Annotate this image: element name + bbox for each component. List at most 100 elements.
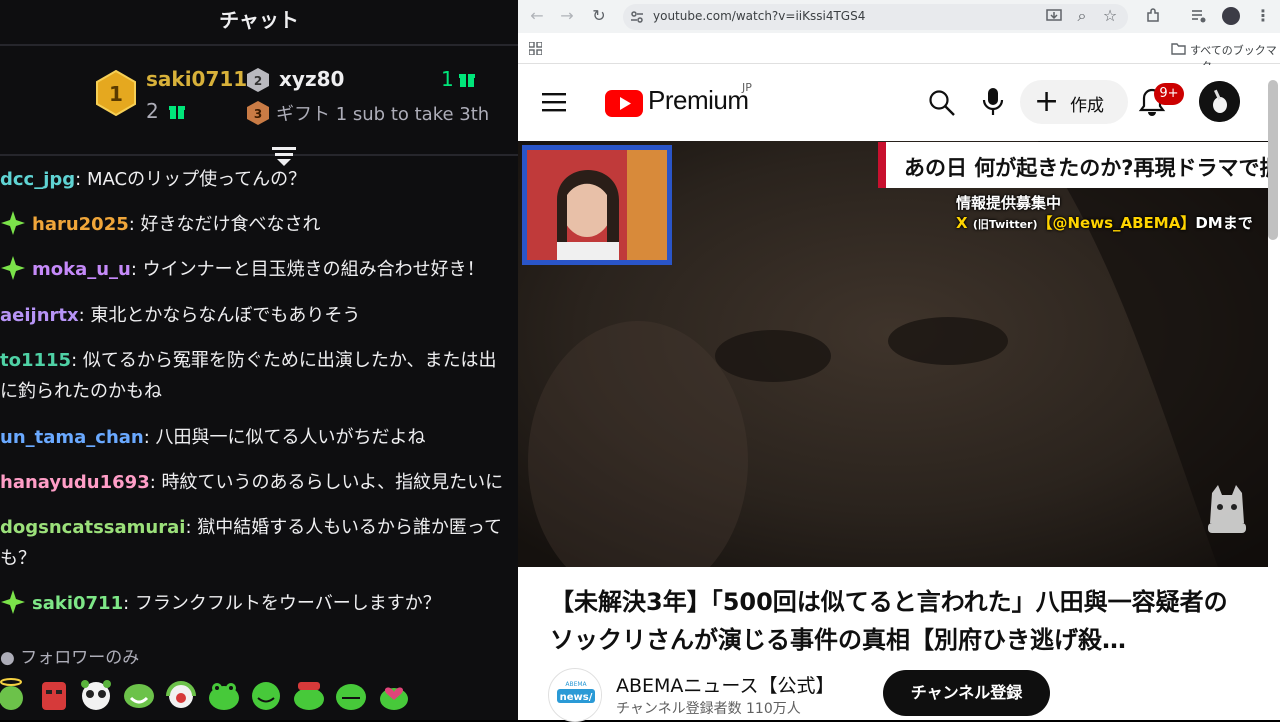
chat-message-text: 似てるから冤罪を防ぐために出演したか、または出 (82, 350, 497, 371)
halo-emote-icon[interactable] (0, 676, 28, 712)
chat-username[interactable]: to1115 (0, 350, 71, 371)
menu-icon[interactable]: ⋮ (1254, 7, 1272, 25)
channel-name[interactable]: ABEMAニュース【公式】 (616, 671, 834, 698)
media-control-icon[interactable] (1191, 9, 1207, 23)
chat-username[interactable]: dogsncatssamurai (0, 517, 185, 538)
folder-icon (1171, 43, 1186, 55)
chat-divider (0, 154, 518, 156)
youtube-logo-icon[interactable] (605, 90, 643, 117)
create-label: 作成 (1070, 96, 1104, 116)
chat-separator: : (123, 593, 135, 614)
chat-separator: : (185, 517, 198, 538)
svg-text:news/: news/ (560, 692, 593, 703)
frog-grin-emote-icon[interactable] (334, 676, 368, 712)
chat-message-text: も？ (0, 548, 36, 569)
chat-username[interactable]: un_tama_chan (0, 427, 144, 448)
angry-emote-icon[interactable] (37, 676, 71, 712)
account-avatar[interactable] (1199, 81, 1240, 122)
leaderboard-2-user[interactable]: xyz80 (279, 67, 344, 91)
chat-message-text: フランクフルトをウーバーしますか？ (134, 593, 441, 614)
chat-username[interactable]: dcc_jpg (0, 169, 75, 190)
search-icon[interactable] (928, 89, 956, 117)
chat-message-text: MACのリップ使ってんの？ (86, 169, 307, 190)
chat-message: un_tama_chan: 八田與一に似てる人いがちだよね (0, 422, 518, 453)
install-app-icon[interactable] (1046, 9, 1062, 23)
chat-message-text: 八田與一に似てる人いがちだよね (155, 427, 426, 448)
subscribe-button[interactable]: チャンネル登録 (883, 670, 1050, 716)
page-scrollbar[interactable] (1268, 80, 1278, 240)
youtube-premium-brand[interactable]: Premium (648, 85, 749, 116)
extensions-icon[interactable] (1145, 8, 1161, 24)
notification-count-badge[interactable]: 9+ (1154, 83, 1184, 105)
leaderboard-1-user[interactable]: saki0711 (146, 67, 247, 91)
svg-text:1: 1 (109, 82, 123, 106)
panda-emote-icon[interactable] (79, 676, 113, 712)
chat-separator: : (130, 259, 143, 280)
browser-window: ← → ↻ youtube.com/watch?v=iiKssi4TGS4 ⌕ … (518, 0, 1280, 722)
chat-separator: : (78, 305, 91, 326)
chat-separator: : (149, 472, 162, 493)
zoom-icon[interactable]: ⌕ (1073, 7, 1091, 25)
svg-text:3: 3 (254, 107, 262, 121)
chat-message-text: 東北とかならなんぼでもありそう (90, 305, 361, 326)
smile-emote-icon[interactable] (122, 676, 156, 712)
chat-message: to1115: 似てるから冤罪を防ぐために出演したか、または出 (0, 345, 518, 376)
info-request-caption: 情報提供募集中 (956, 194, 1062, 212)
apps-grid-icon[interactable] (529, 42, 542, 55)
channel-logo[interactable]: news/ ABEMA (548, 668, 602, 722)
hamburger-menu-icon[interactable] (542, 92, 566, 112)
url-text[interactable]: youtube.com/watch?v=iiKssi4TGS4 (653, 9, 865, 23)
chat-username[interactable]: moka_u_u (32, 259, 131, 280)
chat-message: aeijnrtx: 東北とかならなんぼでもありそう (0, 300, 518, 331)
video-player[interactable]: あの日 何が起きたのか?再現ドラマで振り返る 情報提供募集中 X (旧Twitt… (518, 141, 1268, 567)
video-headline-caption: あの日 何が起きたのか?再現ドラマで振り返る (878, 142, 1268, 188)
region-code: JP (742, 81, 752, 94)
chat-header-divider (0, 44, 518, 46)
rank-1-badge-icon: 1 (96, 70, 136, 116)
bookmark-star-icon[interactable]: ☆ (1101, 7, 1119, 25)
site-info-icon[interactable] (630, 10, 644, 24)
chat-message: moka_u_u: ウインナーと目玉焼きの組み合わせ好き！ (0, 254, 518, 285)
chat-username[interactable]: haru2025 (32, 214, 129, 235)
frog-emote-icon[interactable] (207, 676, 241, 712)
frog-heart-emote-icon[interactable] (377, 676, 411, 712)
leaderboard-1-gifts: 2 (146, 99, 159, 123)
back-icon[interactable]: ← (528, 7, 546, 25)
reload-icon[interactable]: ↻ (590, 7, 608, 25)
chat-message: に釣られたのかもね (0, 376, 518, 407)
chat-panel: チャット 1 saki0711 2 2 xyz80 1 3 ギフト 1 sub … (0, 0, 518, 720)
emote-bar (0, 676, 518, 716)
forward-icon[interactable]: → (558, 7, 576, 25)
gift-icon (169, 106, 185, 119)
channel-subscriber-count: チャンネル登録者数 110万人 (616, 701, 801, 717)
chat-username[interactable]: hanayudu1693 (0, 472, 150, 493)
sparkle-badge-icon (1, 211, 25, 235)
chat-message-text: 時紋ていうのあるらしいよ、指紋見たいに (161, 472, 504, 493)
profile-avatar[interactable] (1222, 7, 1240, 25)
leaderboard-3-prompt[interactable]: ギフト 1 sub to take 3th (276, 100, 489, 126)
sparkle-badge-icon (1, 256, 25, 280)
headphone-emote-icon[interactable] (164, 676, 198, 712)
microphone-icon[interactable] (982, 87, 1004, 117)
chat-separator: : (71, 350, 83, 371)
chat-username[interactable]: aeijnrtx (0, 305, 79, 326)
chat-message-text: 獄中結婚する人もいるから誰か匿って (197, 517, 502, 538)
chat-message: dcc_jpg: MACのリップ使ってんの？ (0, 164, 518, 195)
svg-text:2: 2 (254, 74, 262, 88)
chat-separator: : (128, 214, 141, 235)
leaderboard-2-gifts: 1 (441, 67, 454, 91)
chat-message: dogsncatssamurai: 獄中結婚する人もいるから誰か匿って (0, 512, 518, 543)
presenter-inset (522, 145, 672, 265)
chat-message-text: 好きなだけ食べなされ (140, 214, 321, 235)
svg-text:ABEMA: ABEMA (565, 681, 587, 688)
create-button[interactable]: + 作成 (1020, 80, 1128, 124)
chat-message-text: ウインナーと目玉焼きの組み合わせ好き！ (142, 259, 485, 280)
presenter-image-icon (527, 150, 667, 260)
chat-separator: : (143, 427, 156, 448)
abema-news-logo-icon: news/ ABEMA (550, 670, 601, 721)
frog-hat-emote-icon[interactable] (292, 676, 326, 712)
chat-message-text: に釣られたのかもね (0, 381, 162, 402)
plus-icon: + (1034, 84, 1060, 119)
chat-username[interactable]: saki0711 (32, 593, 123, 614)
frog-happy-emote-icon[interactable] (249, 676, 283, 712)
